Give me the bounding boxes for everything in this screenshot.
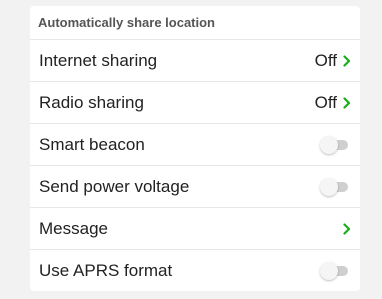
send-power-voltage-row: Send power voltage xyxy=(30,166,360,208)
smart-beacon-label: Smart beacon xyxy=(39,134,145,154)
send-power-voltage-label: Send power voltage xyxy=(39,176,190,196)
internet-sharing-value: Off xyxy=(314,50,337,70)
radio-sharing-value: Off xyxy=(314,92,337,112)
toggle-knob xyxy=(320,262,338,280)
use-aprs-format-row: Use APRS format xyxy=(30,250,360,292)
radio-sharing-row[interactable]: Radio sharing Off xyxy=(30,82,360,124)
chevron-right-icon xyxy=(343,96,351,109)
use-aprs-format-toggle[interactable] xyxy=(318,262,350,280)
chevron-right-icon xyxy=(343,54,351,67)
message-control[interactable] xyxy=(343,222,351,235)
internet-sharing-label: Internet sharing xyxy=(39,50,158,70)
use-aprs-format-label: Use APRS format xyxy=(39,261,173,280)
chevron-right-icon xyxy=(343,222,351,235)
internet-sharing-row[interactable]: Internet sharing Off xyxy=(30,40,360,82)
toggle-knob xyxy=(320,135,338,154)
section-header: Automatically share location xyxy=(30,6,360,40)
toggle-knob xyxy=(320,177,338,196)
message-label: Message xyxy=(39,218,108,238)
radio-sharing-label: Radio sharing xyxy=(39,92,144,112)
radio-sharing-control[interactable]: Off xyxy=(315,93,351,113)
internet-sharing-control[interactable]: Off xyxy=(315,51,351,71)
send-power-voltage-toggle[interactable] xyxy=(318,177,350,196)
smart-beacon-row: Smart beacon xyxy=(30,124,360,166)
message-row[interactable]: Message xyxy=(30,208,360,250)
smart-beacon-toggle[interactable] xyxy=(318,135,350,154)
settings-card: Automatically share location Internet sh… xyxy=(30,6,360,291)
